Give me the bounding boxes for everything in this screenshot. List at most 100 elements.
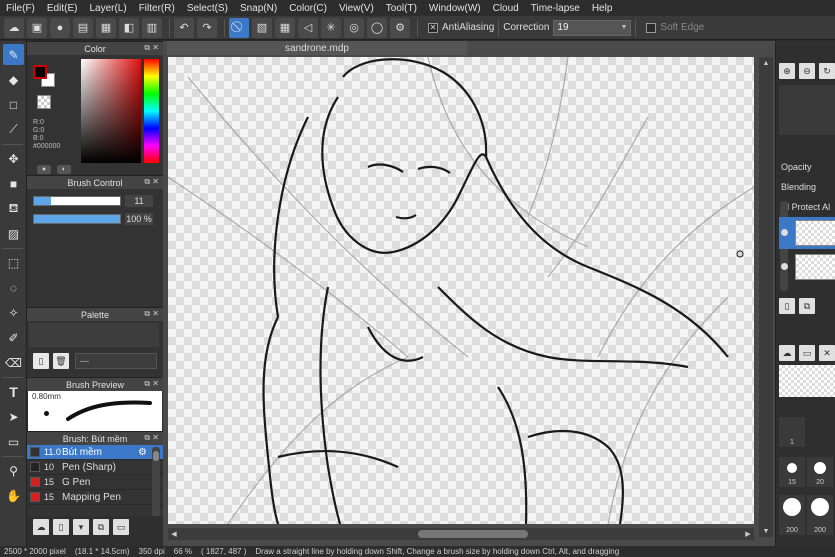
layer-visibility-icon[interactable]: [781, 263, 788, 270]
menu-select[interactable]: Select(S): [181, 3, 234, 14]
drawing-canvas[interactable]: [168, 57, 754, 524]
canvas-vertical-scrollbar[interactable]: ▲ ▼: [759, 57, 773, 537]
scroll-up-icon[interactable]: ▲: [759, 57, 773, 69]
transparent-color-swatch[interactable]: [37, 95, 51, 109]
dot-pen-tool-icon[interactable]: ⟋: [3, 119, 24, 140]
scroll-right-icon[interactable]: ▶: [742, 528, 754, 540]
panel-float-icon[interactable]: ⧉ ✕: [144, 309, 159, 319]
menu-file[interactable]: File(F): [0, 3, 41, 14]
open-folder-icon[interactable]: ▭: [799, 345, 815, 361]
menu-help[interactable]: Help: [586, 3, 619, 14]
snap-radial-icon[interactable]: ✳: [321, 17, 341, 38]
brush-opacity-slider[interactable]: [33, 214, 121, 224]
fill-rect-tool-icon[interactable]: ■: [3, 173, 24, 194]
gradient-tool-icon[interactable]: ▨: [3, 223, 24, 244]
trash-icon[interactable]: 🗑: [53, 353, 69, 369]
menu-view[interactable]: View(V): [333, 3, 380, 14]
palette-swatch-area[interactable]: [29, 323, 159, 347]
menu-edit[interactable]: Edit(E): [41, 3, 84, 14]
brush-size-value[interactable]: 11: [125, 195, 153, 207]
lasso-tool-icon[interactable]: ◌: [3, 277, 24, 298]
foreground-color-swatch[interactable]: [33, 65, 47, 79]
operation-tool-icon[interactable]: ➤: [3, 406, 24, 427]
copy-layer-icon[interactable]: ⧉: [799, 298, 815, 314]
menu-filter[interactable]: Filter(R): [133, 3, 181, 14]
rect-shape-tool-icon[interactable]: □: [3, 94, 24, 115]
palette-select[interactable]: ---: [75, 353, 157, 369]
brush-item[interactable]: 10 Pen (Sharp): [27, 460, 163, 475]
redo-icon[interactable]: ↷: [197, 17, 217, 38]
snap-parallel-icon[interactable]: ▧: [252, 17, 272, 38]
brush-panel-icon[interactable]: ▥: [142, 17, 162, 38]
scroll-left-icon[interactable]: ◀: [168, 528, 180, 540]
select-pen-tool-icon[interactable]: ✐: [3, 327, 24, 348]
new-brush-icon[interactable]: ▯: [53, 519, 69, 535]
select-rect-tool-icon[interactable]: ⬚: [3, 252, 24, 273]
hand-tool-icon[interactable]: ✋: [3, 485, 24, 506]
brush-size-cell[interactable]: 1: [779, 417, 805, 447]
cloud-material-icon[interactable]: ☁: [779, 345, 795, 361]
menu-window[interactable]: Window(W): [423, 3, 487, 14]
rotate-icon[interactable]: ↻: [819, 63, 835, 79]
panel-float-icon[interactable]: ⧉ ✕: [144, 43, 159, 53]
saturation-value-picker[interactable]: [81, 59, 141, 163]
folder-icon[interactable]: ▭: [113, 519, 129, 535]
panel-float-icon[interactable]: ⧉ ✕: [144, 433, 159, 443]
snap-circle-icon[interactable]: ◎: [344, 17, 364, 38]
snap-off-icon[interactable]: ⃠: [229, 17, 249, 38]
snap-vanish-icon[interactable]: ◁: [298, 17, 318, 38]
menu-color[interactable]: Color(C): [283, 3, 333, 14]
copy-brush-icon[interactable]: ⧉: [93, 519, 109, 535]
brush-size-cell[interactable]: 20: [807, 457, 833, 487]
scroll-down-icon[interactable]: ▼: [759, 525, 773, 537]
snap-curve-icon[interactable]: ◯: [367, 17, 387, 38]
brush-size-slider[interactable]: [33, 196, 121, 206]
document-tab[interactable]: sandrone.mdp: [167, 41, 467, 55]
brush-size-cell[interactable]: 200: [779, 495, 805, 535]
menu-tool[interactable]: Tool(T): [380, 3, 423, 14]
zoom-out-icon[interactable]: ⊖: [799, 63, 815, 79]
scroll-thumb[interactable]: [418, 530, 528, 538]
save-icon[interactable]: ▤: [73, 17, 93, 38]
new-page-icon[interactable]: ▯: [33, 353, 49, 369]
brush-item[interactable]: 11.0 Bút mềm ⚙: [27, 445, 163, 460]
color-settings-icon[interactable]: ◐: [57, 165, 71, 174]
new-layer-icon[interactable]: ▯: [779, 298, 795, 314]
eraser-tool-icon[interactable]: ◆: [3, 69, 24, 90]
brush-tool-icon[interactable]: ✎: [3, 44, 24, 65]
cloud-icon[interactable]: ☁: [4, 17, 24, 38]
menu-timelapse[interactable]: Time-lapse: [525, 3, 586, 14]
new-document-icon[interactable]: ▣: [27, 17, 47, 38]
menu-layer[interactable]: Layer(L): [83, 3, 132, 14]
eyedropper-tool-icon[interactable]: ⚲: [3, 460, 24, 481]
brush-menu-icon[interactable]: ▾: [73, 519, 89, 535]
snap-settings-icon[interactable]: ⚙: [390, 17, 410, 38]
material-preview[interactable]: [779, 365, 835, 397]
color-panel-icon[interactable]: ◧: [119, 17, 139, 38]
snap-grid-icon[interactable]: ▦: [275, 17, 295, 38]
chat-icon[interactable]: ●: [50, 17, 70, 38]
canvas-horizontal-scrollbar[interactable]: ◀ ▶: [168, 528, 754, 540]
panel-float-icon[interactable]: ⧉ ✕: [144, 177, 159, 187]
navigator-preview[interactable]: [779, 85, 835, 135]
color-mode-icon[interactable]: ●: [37, 165, 51, 174]
layer-item[interactable]: [779, 217, 835, 249]
menu-cloud[interactable]: Cloud: [487, 3, 525, 14]
bucket-tool-icon[interactable]: ⛾: [3, 198, 24, 219]
brush-item[interactable]: 15 G Pen: [27, 475, 163, 490]
hue-slider[interactable]: [144, 59, 159, 163]
brush-size-cell[interactable]: 15: [779, 457, 805, 487]
layer-panel-icon[interactable]: ▦: [96, 17, 116, 38]
move-tool-icon[interactable]: ✥: [3, 148, 24, 169]
scroll-thumb[interactable]: [153, 451, 159, 461]
undo-icon[interactable]: ↶: [174, 17, 194, 38]
brush-item[interactable]: 15 Mapping Pen: [27, 490, 163, 505]
menu-snap[interactable]: Snap(N): [234, 3, 283, 14]
panel-float-icon[interactable]: ⧉ ✕: [144, 379, 159, 389]
close-icon[interactable]: ✕: [819, 345, 835, 361]
protect-alpha-label[interactable]: ☐ Protect Al: [781, 202, 830, 213]
gear-icon[interactable]: ⚙: [138, 447, 147, 458]
soft-edge-checkbox[interactable]: [646, 22, 657, 33]
layer-visibility-icon[interactable]: [781, 229, 788, 236]
brush-list-scrollbar[interactable]: [152, 447, 160, 517]
